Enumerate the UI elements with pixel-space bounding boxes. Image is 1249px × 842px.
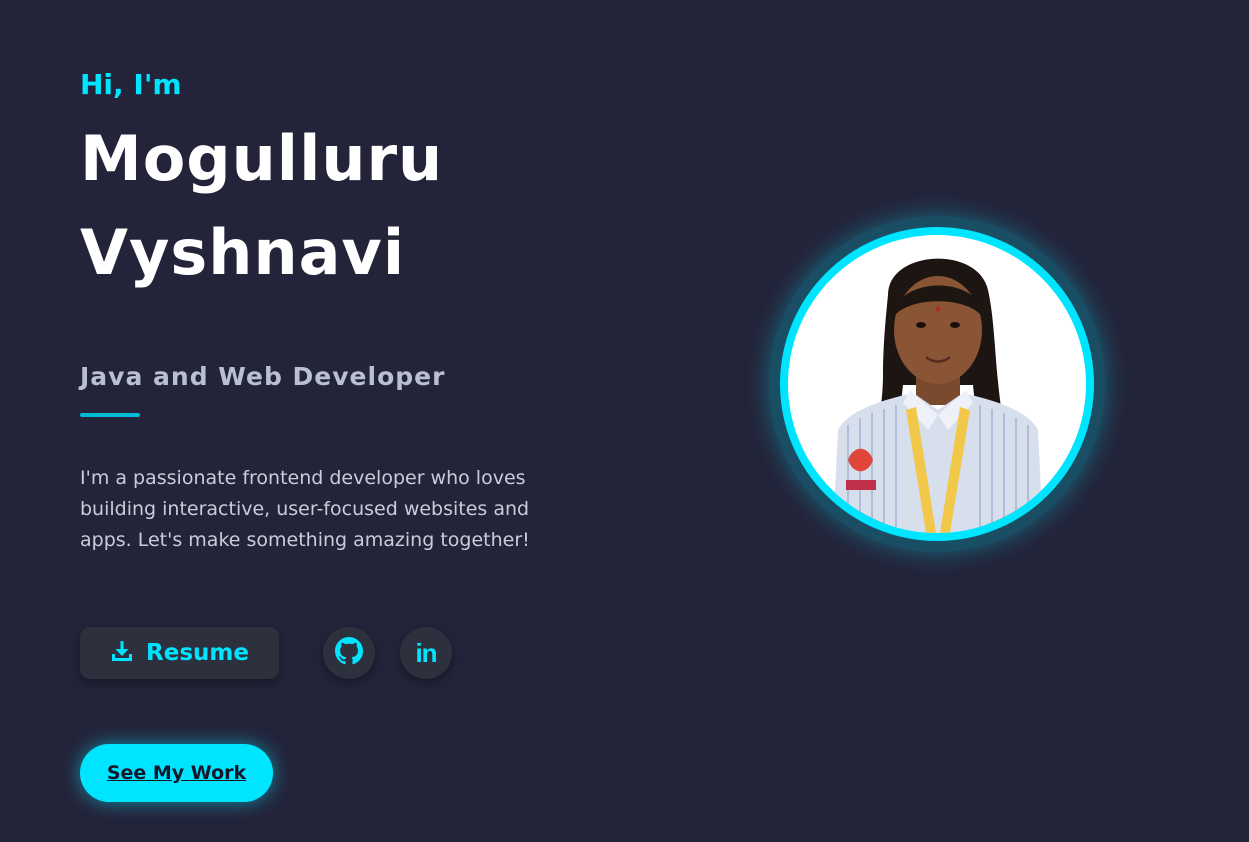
hero-name: Mogulluru Vyshnavi <box>80 112 443 300</box>
greeting-text: Hi, I'm <box>80 68 182 101</box>
see-my-work-button[interactable]: See My Work <box>80 744 273 802</box>
github-link-button[interactable] <box>323 627 375 679</box>
name-line-first: Mogulluru <box>80 122 444 195</box>
role-underline-divider <box>80 413 140 417</box>
download-icon <box>110 639 134 667</box>
name-line-last: Vyshnavi <box>80 216 406 289</box>
see-my-work-label: See My Work <box>106 762 247 784</box>
role-title: Java and Web Developer <box>80 362 446 391</box>
github-icon <box>335 637 363 669</box>
profile-photo-glow <box>769 216 1105 552</box>
profile-photo <box>788 235 1086 533</box>
resume-label: Resume <box>146 640 249 666</box>
linkedin-icon: in <box>415 637 437 668</box>
linkedin-link-button[interactable]: in <box>400 627 452 679</box>
hero-section: Hi, I'm Mogulluru Vyshnavi Java and Web … <box>0 0 1249 842</box>
resume-button[interactable]: Resume <box>80 627 279 679</box>
bio-text: I'm a passionate frontend developer who … <box>80 467 530 551</box>
profile-photo-ring <box>780 227 1094 541</box>
